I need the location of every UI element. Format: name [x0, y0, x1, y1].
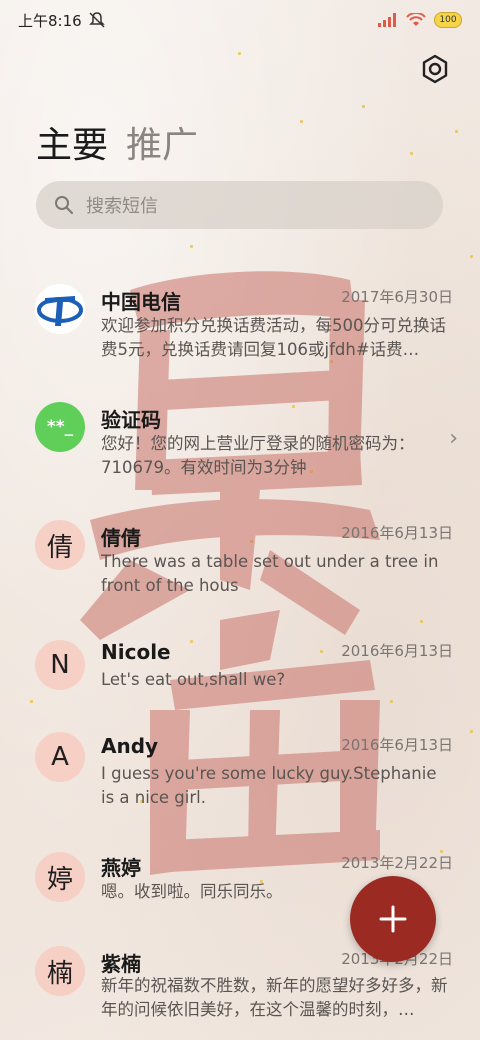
search-placeholder: 搜索短信 — [86, 196, 158, 217]
message-date: 2016年6月13日 — [341, 736, 453, 754]
avatar-initial: N — [50, 650, 70, 680]
search-bar[interactable]: 搜索短信 — [36, 181, 443, 229]
avatar: 楠 — [35, 946, 85, 996]
contact-name: 燕婷 — [101, 856, 141, 880]
conversation-item[interactable]: 中国电信 2017年6月30日 欢迎参加积分兑换话费活动，每500分可兑换话费5… — [0, 270, 480, 380]
message-date: 2016年6月13日 — [341, 642, 453, 660]
search-icon — [55, 196, 73, 214]
tab-main[interactable]: 主要 — [36, 116, 108, 168]
conversation-item[interactable]: N Nicole 2016年6月13日 Let's eat out,shall … — [0, 624, 480, 714]
message-preview: 欢迎参加积分兑换话费活动，每500分可兑换话费5元，兑换话费请回复106或jfd… — [101, 316, 446, 359]
contact-name: 倩倩 — [101, 526, 141, 550]
message-date: 2013年2月22日 — [341, 854, 453, 872]
code-avatar: **_ — [35, 402, 85, 452]
contact-name: 中国电信 — [101, 290, 181, 314]
chevron-right-icon[interactable]: › — [449, 426, 458, 451]
message-preview: Let's eat out,shall we? — [101, 670, 286, 689]
status-bar: 上午8:16 100 — [0, 0, 480, 40]
avatar-initial: 倩 — [46, 532, 73, 563]
conversation-item[interactable]: A Andy 2016年6月13日 I guess you're some lu… — [0, 718, 480, 828]
battery-icon: 100 — [434, 12, 462, 28]
contact-name: 验证码 — [101, 408, 161, 432]
wifi-icon — [406, 13, 426, 26]
signal-icon — [378, 13, 396, 27]
china-telecom-logo-icon — [35, 284, 85, 334]
avatar: A — [35, 732, 85, 782]
contact-name: 紫楠 — [101, 952, 141, 976]
message-preview: There was a table set out under a tree i… — [101, 552, 439, 595]
message-preview: 新年的祝福数不胜数，新年的愿望好多好多，新年的问候依旧美好，在这个温馨的时刻，… — [101, 976, 448, 1019]
tab-bar: 主要 推广 — [36, 116, 198, 168]
avatar-initial: A — [51, 742, 69, 772]
conversation-item[interactable]: 倩 倩倩 2016年6月13日 There was a table set ou… — [0, 506, 480, 616]
settings-gear-icon[interactable] — [420, 54, 450, 84]
avatar: 婷 — [35, 852, 85, 902]
avatar: 倩 — [35, 520, 85, 570]
avatar-initial: 婷 — [46, 864, 73, 895]
avatar: N — [35, 640, 85, 690]
message-preview: 您好！您的网上营业厅登录的随机密码为：710679。有效时间为3分钟 — [101, 434, 415, 477]
mute-bell-icon — [88, 12, 105, 28]
message-preview: I guess you're some lucky guy.Stephanie … — [101, 764, 437, 807]
status-time: 上午8:16 — [18, 11, 82, 30]
plus-icon — [379, 905, 407, 933]
contact-name: Andy — [101, 734, 159, 758]
avatar-initial: 楠 — [46, 958, 73, 989]
message-date: 2016年6月13日 — [341, 524, 453, 542]
conversation-item[interactable]: **_ 验证码 您好！您的网上营业厅登录的随机密码为：710679。有效时间为3… — [0, 388, 480, 498]
code-avatar-text: **_ — [46, 417, 74, 437]
tab-promotions[interactable]: 推广 — [126, 116, 198, 168]
compose-button[interactable] — [350, 876, 436, 962]
message-date: 2017年6月30日 — [341, 288, 453, 306]
contact-name: Nicole — [101, 640, 171, 664]
